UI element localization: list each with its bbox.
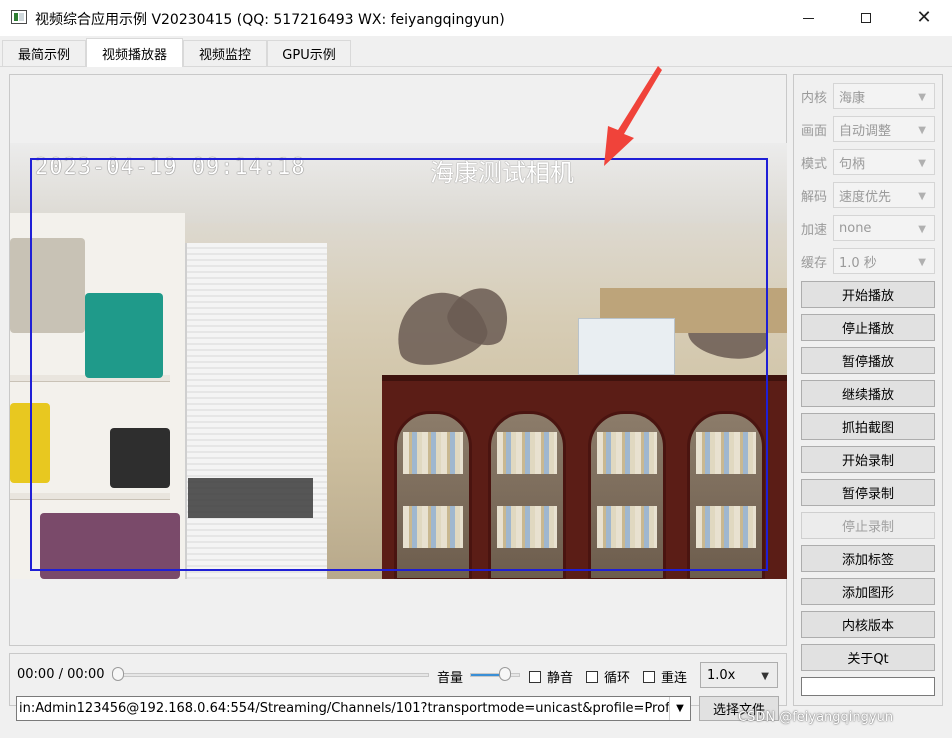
close-icon: ✕ <box>916 7 932 28</box>
start-play-button[interactable]: 开始播放 <box>801 281 935 308</box>
pause-play-button[interactable]: 暂停播放 <box>801 347 935 374</box>
maximize-icon <box>861 13 871 23</box>
setting-label: 内核 <box>801 90 828 106</box>
volume-label: 音量 <box>437 671 464 686</box>
stop-play-button[interactable]: 停止播放 <box>801 314 935 341</box>
window-title: 视频综合应用示例 V20230415 (QQ: 517216493 WX: fe… <box>35 12 505 28</box>
setting-value: none <box>839 220 872 236</box>
close-button[interactable]: ✕ <box>896 0 952 36</box>
loop-checkbox[interactable]: 循环 <box>586 667 630 686</box>
mute-checkbox[interactable]: 静音 <box>529 667 573 686</box>
add-label-button[interactable]: 添加标签 <box>801 545 935 572</box>
setting-row-accel: 加速 <box>801 215 833 241</box>
checkbox-label: 重连 <box>661 671 688 686</box>
chevron-down-icon: ▼ <box>761 671 769 682</box>
setting-row-decode: 解码 <box>801 182 833 208</box>
tab-gpu[interactable]: GPU示例 <box>267 40 351 66</box>
volume-handle[interactable] <box>499 667 511 681</box>
roi-rectangle <box>30 158 768 571</box>
setting-row-core: 内核 <box>801 83 833 109</box>
setting-row-mode: 模式 <box>801 149 833 175</box>
app-icon <box>11 10 27 24</box>
mode-select[interactable]: 句柄 ▼ <box>833 149 935 175</box>
pause-record-button[interactable]: 暂停录制 <box>801 479 935 506</box>
url-value: in:Admin123456@192.168.0.64:554/Streamin… <box>19 701 691 716</box>
url-input[interactable]: in:Admin123456@192.168.0.64:554/Streamin… <box>16 696 691 721</box>
checkbox-box <box>529 670 541 683</box>
minimize-button[interactable] <box>780 0 836 36</box>
checkbox-label: 静音 <box>547 671 574 686</box>
annotation-arrow <box>604 66 662 166</box>
setting-label: 画面 <box>801 123 828 139</box>
minimize-icon <box>802 17 814 19</box>
time-display: 00:00 / 00:00 <box>17 667 105 682</box>
video-display[interactable]: 2023-04-19 09:14:18 海康测试相机 <box>10 143 787 579</box>
start-record-button[interactable]: 开始录制 <box>801 446 935 473</box>
setting-value: 速度优先 <box>839 189 892 205</box>
progress-slider[interactable] <box>115 673 429 677</box>
checkbox-label: 循环 <box>604 671 631 686</box>
maximize-button[interactable] <box>838 0 894 36</box>
setting-row-cache: 缓存 <box>801 248 833 274</box>
volume-slider[interactable] <box>470 673 520 677</box>
title-bar: 视频综合应用示例 V20230415 (QQ: 517216493 WX: fe… <box>0 0 952 36</box>
setting-value: 海康 <box>839 90 866 106</box>
core-version-button[interactable]: 内核版本 <box>801 611 935 638</box>
decode-select[interactable]: 速度优先 ▼ <box>833 182 935 208</box>
chevron-down-icon[interactable]: ▼ <box>669 697 690 720</box>
tab-video-player[interactable]: 视频播放器 <box>86 38 183 67</box>
tab-video-monitor[interactable]: 视频监控 <box>183 40 267 66</box>
chevron-down-icon: ▼ <box>918 224 926 235</box>
about-qt-button[interactable]: 关于Qt <box>801 644 935 671</box>
chevron-down-icon: ▼ <box>918 125 926 136</box>
checkbox-box <box>643 670 655 683</box>
side-text-field[interactable] <box>801 677 935 696</box>
setting-value: 句柄 <box>839 156 866 172</box>
setting-value: 自动调整 <box>839 123 892 139</box>
chevron-down-icon: ▼ <box>918 257 926 268</box>
setting-label: 模式 <box>801 156 828 172</box>
chevron-down-icon: ▼ <box>918 92 926 103</box>
add-shape-button[interactable]: 添加图形 <box>801 578 935 605</box>
setting-row-picture: 画面 <box>801 116 833 142</box>
chevron-down-icon: ▼ <box>918 158 926 169</box>
setting-value: 1.0 秒 <box>839 255 877 271</box>
progress-handle[interactable] <box>112 667 124 681</box>
tab-simple[interactable]: 最简示例 <box>2 40 86 66</box>
stop-record-button[interactable]: 停止录制 <box>801 512 935 539</box>
speed-select[interactable]: 1.0x ▼ <box>700 662 778 688</box>
setting-label: 加速 <box>801 222 828 238</box>
core-select[interactable]: 海康 ▼ <box>833 83 935 109</box>
chevron-down-icon: ▼ <box>918 191 926 202</box>
resume-play-button[interactable]: 继续播放 <box>801 380 935 407</box>
speed-value: 1.0x <box>707 667 736 683</box>
watermark: CSDN @feiyangqingyun <box>738 710 894 725</box>
accel-select[interactable]: none ▼ <box>833 215 935 241</box>
reconnect-checkbox[interactable]: 重连 <box>643 667 687 686</box>
picture-select[interactable]: 自动调整 ▼ <box>833 116 935 142</box>
setting-label: 缓存 <box>801 255 828 271</box>
cache-select[interactable]: 1.0 秒 ▼ <box>833 248 935 274</box>
setting-label: 解码 <box>801 189 828 205</box>
snapshot-button[interactable]: 抓拍截图 <box>801 413 935 440</box>
checkbox-box <box>586 670 598 683</box>
